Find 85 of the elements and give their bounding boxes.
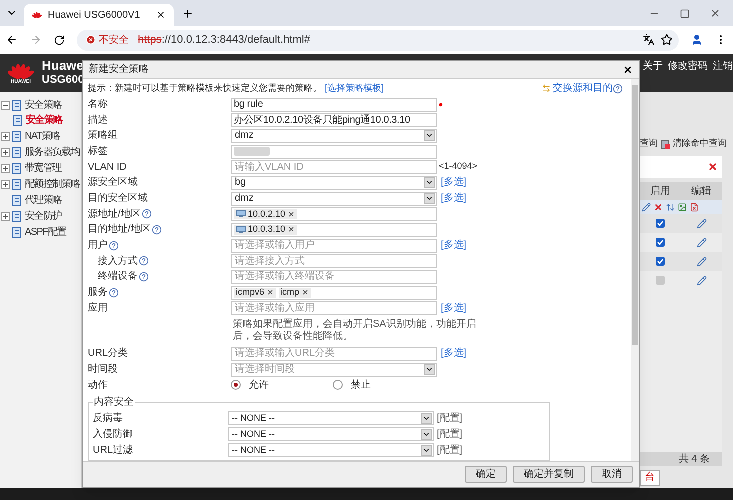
- swap-link[interactable]: 交换源和目的: [553, 81, 613, 96]
- hint-text: 提示：新建时可以基于策略模板来快速定义您需要的策略。: [88, 82, 322, 96]
- field-label: 源安全区域: [88, 176, 138, 190]
- field-label: 标签: [88, 144, 108, 160]
- tree-item[interactable]: 服务器负载均: [25, 145, 80, 160]
- note-text: 策略如果配置应用，会自动开启SA识别功能，功能开启后，会导致设备性能降低。: [233, 319, 478, 344]
- dialog-button[interactable]: 确定: [465, 466, 507, 483]
- radio-label: 允许: [249, 378, 269, 393]
- tree-item[interactable]: 安全策略: [26, 113, 63, 128]
- bottom-tab[interactable]: 台: [640, 470, 660, 486]
- field-label: 入侵防御: [93, 428, 134, 442]
- header-link[interactable]: 关于: [643, 59, 663, 74]
- dialog-button[interactable]: 确定并复制: [513, 466, 585, 483]
- input-field[interactable]: 请输入VLAN ID: [231, 160, 437, 174]
- tag-text: 10.0.2.10: [248, 210, 286, 219]
- browser-tab[interactable]: Huawei USG6000V1: [24, 4, 174, 26]
- config-link[interactable]: [配置]: [437, 410, 463, 426]
- tree-item[interactable]: ASPF配置: [25, 225, 66, 240]
- config-link[interactable]: [配置]: [437, 442, 463, 458]
- header-link[interactable]: 修改密码: [668, 59, 708, 74]
- multi-select-link[interactable]: [多选]: [439, 238, 467, 254]
- input-field[interactable]: 请选择接入方式: [231, 254, 437, 268]
- text-field[interactable]: 办公区10.0.2.10设备只能ping通10.0.3.10: [231, 113, 437, 128]
- tree-item[interactable]: 安全策略: [25, 98, 62, 113]
- field-label: 接入方式: [98, 254, 138, 269]
- security-chip[interactable]: 不安全: [83, 32, 132, 48]
- select-field[interactable]: -- NONE --: [228, 443, 434, 458]
- field-label: VLAN ID: [88, 160, 127, 175]
- radio-label: 禁止: [351, 378, 371, 393]
- field-label: 名称: [88, 98, 108, 112]
- input-field[interactable]: 请选择或输入URL分类: [231, 346, 437, 361]
- product-name: Huawe: [42, 59, 84, 73]
- template-link[interactable]: [选择策略模板]: [325, 82, 384, 96]
- multi-select-link[interactable]: [多选]: [439, 300, 467, 316]
- query-link[interactable]: 查询: [640, 137, 658, 151]
- tag-field[interactable]: 10.0.2.10: [231, 207, 437, 222]
- field-label: 服务: [88, 286, 108, 300]
- field-label: 应用: [88, 302, 108, 316]
- multi-select-link[interactable]: [多选]: [439, 175, 467, 190]
- tag-text: icmp: [280, 288, 300, 298]
- column-header: 启用: [650, 184, 672, 198]
- tree-item[interactable]: 安全防护: [25, 209, 62, 224]
- field-label: 动作: [88, 378, 108, 393]
- range-hint: <1-4094>: [439, 160, 478, 174]
- field-label: 用户: [88, 238, 108, 254]
- tag-text: 10.0.3.10: [248, 225, 286, 234]
- config-link[interactable]: [配置]: [437, 426, 463, 442]
- text-field[interactable]: bg rule: [231, 98, 437, 112]
- field-label: 目的地址/地区: [88, 222, 151, 238]
- input-field[interactable]: 请选择或输入用户: [231, 238, 437, 253]
- field-label: 反病毒: [93, 412, 124, 426]
- tag-text: icmpv6: [236, 288, 265, 298]
- tree-item[interactable]: 代理策略: [25, 193, 62, 208]
- field-label: 终端设备: [98, 270, 138, 284]
- select-field[interactable]: -- NONE --: [228, 427, 434, 442]
- clear-query-link[interactable]: 清除命中查询: [673, 137, 727, 151]
- select-field[interactable]: -- NONE --: [228, 411, 434, 426]
- field-label: URL过滤: [93, 444, 134, 458]
- total-count: 共 4 条: [678, 452, 710, 466]
- field-label: 目的安全区域: [88, 192, 148, 206]
- group-title: 内容安全: [93, 396, 135, 410]
- header-link[interactable]: 注销: [713, 59, 733, 74]
- url-text: https://10.0.12.3:8443/default.html#: [138, 32, 312, 48]
- field-label: 源地址/地区: [88, 208, 141, 222]
- select-field[interactable]: dmz: [231, 128, 437, 143]
- dialog-button[interactable]: 取消: [591, 466, 633, 483]
- field-label: 时间段: [88, 362, 118, 378]
- field-label: 策略组: [88, 129, 118, 144]
- dialog-title: 新建安全策略: [89, 62, 149, 77]
- input-field[interactable]: 请选择或输入终端设备: [231, 270, 437, 284]
- input-field[interactable]: 请选择或输入应用: [231, 301, 437, 316]
- select-field[interactable]: bg: [231, 176, 437, 190]
- tree-item[interactable]: NAT策略: [25, 129, 60, 144]
- tag-field[interactable]: 10.0.3.10: [231, 222, 437, 237]
- tree-item[interactable]: 带宽管理: [25, 161, 62, 176]
- multi-select-link[interactable]: [多选]: [439, 346, 467, 362]
- tab-title: Huawei USG6000V1: [48, 8, 142, 22]
- column-header: 编辑: [690, 184, 712, 198]
- tree-item[interactable]: 配额控制策略: [25, 177, 80, 192]
- multi-select-link[interactable]: [多选]: [439, 191, 467, 206]
- address-bar[interactable]: 不安全 https://10.0.12.3:8443/default.html#: [77, 30, 679, 50]
- select-field[interactable]: dmz: [231, 192, 437, 206]
- tag-field[interactable]: icmpv6 icmp: [231, 286, 437, 300]
- field-label: URL分类: [88, 346, 128, 362]
- field-label: 描述: [88, 114, 108, 128]
